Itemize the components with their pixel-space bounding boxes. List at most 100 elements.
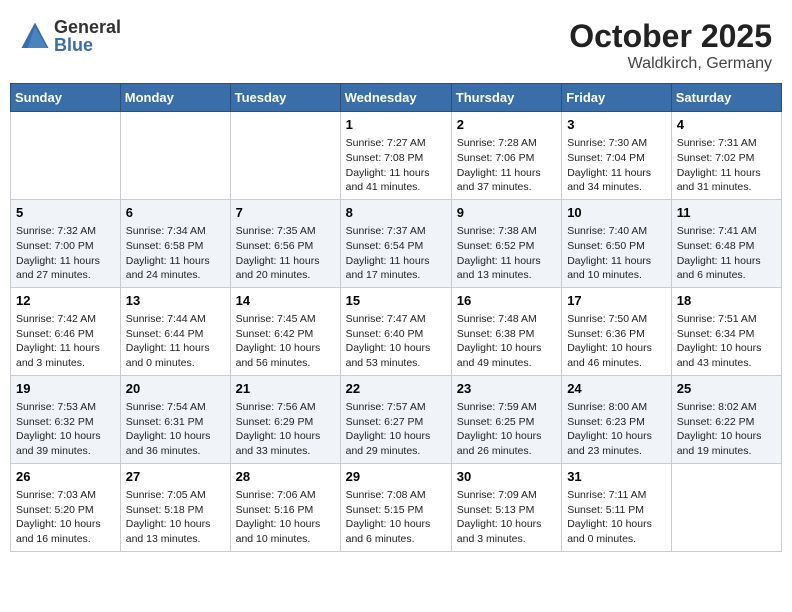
day-number: 12 (16, 292, 115, 310)
cell-info: Sunrise: 7:47 AM Sunset: 6:40 PM Dayligh… (346, 313, 431, 369)
header-monday: Monday (120, 84, 230, 112)
cell-info: Sunrise: 7:30 AM Sunset: 7:04 PM Dayligh… (567, 137, 651, 193)
calendar-cell: 12 Sunrise: 7:42 AM Sunset: 6:46 PM Dayli… (11, 287, 121, 375)
cell-info: Sunrise: 7:32 AM Sunset: 7:00 PM Dayligh… (16, 225, 100, 281)
calendar-cell: 30 Sunrise: 7:09 AM Sunset: 5:13 PM Dayli… (451, 463, 561, 551)
day-number: 2 (457, 116, 556, 134)
day-number: 9 (457, 204, 556, 222)
day-number: 22 (346, 380, 446, 398)
day-number: 28 (236, 468, 335, 486)
calendar-cell: 11 Sunrise: 7:41 AM Sunset: 6:48 PM Dayli… (671, 199, 781, 287)
header-tuesday: Tuesday (230, 84, 340, 112)
calendar-cell (120, 112, 230, 200)
calendar-cell: 29 Sunrise: 7:08 AM Sunset: 5:15 PM Dayli… (340, 463, 451, 551)
calendar-cell (11, 112, 121, 200)
day-number: 18 (677, 292, 776, 310)
page-header: General Blue October 2025 Waldkirch, Ger… (10, 10, 782, 73)
day-number: 4 (677, 116, 776, 134)
cell-info: Sunrise: 7:35 AM Sunset: 6:56 PM Dayligh… (236, 225, 320, 281)
location-title: Waldkirch, Germany (569, 55, 772, 73)
day-number: 20 (126, 380, 225, 398)
day-number: 24 (567, 380, 666, 398)
logo-blue-text: Blue (54, 36, 121, 54)
calendar-cell: 7 Sunrise: 7:35 AM Sunset: 6:56 PM Daylig… (230, 199, 340, 287)
calendar-week-row: 26 Sunrise: 7:03 AM Sunset: 5:20 PM Dayli… (11, 463, 782, 551)
calendar-cell: 16Sunrise: 7:48 AM Sunset: 6:38 PM Dayli… (451, 287, 561, 375)
day-number: 27 (126, 468, 225, 486)
calendar-cell: 24 Sunrise: 8:00 AM Sunset: 6:23 PM Dayli… (562, 375, 672, 463)
cell-info: Sunrise: 7:59 AM Sunset: 6:25 PM Dayligh… (457, 401, 542, 457)
day-number: 7 (236, 204, 335, 222)
calendar-cell: 15 Sunrise: 7:47 AM Sunset: 6:40 PM Dayli… (340, 287, 451, 375)
cell-info: Sunrise: 7:54 AM Sunset: 6:31 PM Dayligh… (126, 401, 211, 457)
calendar-cell: 8 Sunrise: 7:37 AM Sunset: 6:54 PM Daylig… (340, 199, 451, 287)
calendar-cell: 5 Sunrise: 7:32 AM Sunset: 7:00 PM Daylig… (11, 199, 121, 287)
cell-info: Sunrise: 7:11 AM Sunset: 5:11 PM Dayligh… (567, 489, 652, 545)
day-number: 3 (567, 116, 666, 134)
cell-info: Sunrise: 7:09 AM Sunset: 5:13 PM Dayligh… (457, 489, 542, 545)
cell-info: Sunrise: 7:53 AM Sunset: 6:32 PM Dayligh… (16, 401, 101, 457)
day-number: 16 (457, 292, 556, 310)
cell-info: Sunrise: 7:56 AM Sunset: 6:29 PM Dayligh… (236, 401, 321, 457)
calendar-cell: 25 Sunrise: 8:02 AM Sunset: 6:22 PM Dayli… (671, 375, 781, 463)
cell-info: Sunrise: 7:41 AM Sunset: 6:48 PM Dayligh… (677, 225, 761, 281)
day-number: 30 (457, 468, 556, 486)
day-number: 15 (346, 292, 446, 310)
cell-info: Sunrise: 7:03 AM Sunset: 5:20 PM Dayligh… (16, 489, 101, 545)
day-number: 5 (16, 204, 115, 222)
calendar-week-row: 19 Sunrise: 7:53 AM Sunset: 6:32 PM Dayli… (11, 375, 782, 463)
header-friday: Friday (562, 84, 672, 112)
calendar-cell: 26 Sunrise: 7:03 AM Sunset: 5:20 PM Dayli… (11, 463, 121, 551)
day-number: 10 (567, 204, 666, 222)
calendar-cell: 3 Sunrise: 7:30 AM Sunset: 7:04 PM Daylig… (562, 112, 672, 200)
calendar-cell: 9 Sunrise: 7:38 AM Sunset: 6:52 PM Daylig… (451, 199, 561, 287)
day-number: 31 (567, 468, 666, 486)
calendar-cell: 19 Sunrise: 7:53 AM Sunset: 6:32 PM Dayli… (11, 375, 121, 463)
cell-info: Sunrise: 7:37 AM Sunset: 6:54 PM Dayligh… (346, 225, 430, 281)
day-number: 6 (126, 204, 225, 222)
day-number: 1 (346, 116, 446, 134)
day-number: 25 (677, 380, 776, 398)
day-number: 11 (677, 204, 776, 222)
calendar-header-row: SundayMondayTuesdayWednesdayThursdayFrid… (11, 84, 782, 112)
day-number: 19 (16, 380, 115, 398)
day-number: 14 (236, 292, 335, 310)
calendar-cell (230, 112, 340, 200)
calendar-week-row: 5 Sunrise: 7:32 AM Sunset: 7:00 PM Daylig… (11, 199, 782, 287)
cell-info: Sunrise: 7:31 AM Sunset: 7:02 PM Dayligh… (677, 137, 761, 193)
cell-info: Sunrise: 7:34 AM Sunset: 6:58 PM Dayligh… (126, 225, 210, 281)
cell-info: Sunrise: 7:44 AM Sunset: 6:44 PM Dayligh… (126, 313, 210, 369)
day-number: 29 (346, 468, 446, 486)
calendar-cell: 4 Sunrise: 7:31 AM Sunset: 7:02 PM Daylig… (671, 112, 781, 200)
calendar-week-row: 1 Sunrise: 7:27 AM Sunset: 7:08 PM Daylig… (11, 112, 782, 200)
calendar-cell: 22Sunrise: 7:57 AM Sunset: 6:27 PM Dayli… (340, 375, 451, 463)
calendar-cell: 28 Sunrise: 7:06 AM Sunset: 5:16 PM Dayli… (230, 463, 340, 551)
calendar-cell: 23 Sunrise: 7:59 AM Sunset: 6:25 PM Dayli… (451, 375, 561, 463)
header-thursday: Thursday (451, 84, 561, 112)
logo-icon (20, 21, 50, 51)
calendar-cell: 21Sunrise: 7:56 AM Sunset: 6:29 PM Dayli… (230, 375, 340, 463)
cell-info: Sunrise: 7:51 AM Sunset: 6:34 PM Dayligh… (677, 313, 762, 369)
day-number: 23 (457, 380, 556, 398)
calendar-cell: 14Sunrise: 7:45 AM Sunset: 6:42 PM Dayli… (230, 287, 340, 375)
cell-info: Sunrise: 7:06 AM Sunset: 5:16 PM Dayligh… (236, 489, 321, 545)
cell-info: Sunrise: 7:38 AM Sunset: 6:52 PM Dayligh… (457, 225, 541, 281)
calendar-cell: 6 Sunrise: 7:34 AM Sunset: 6:58 PM Daylig… (120, 199, 230, 287)
calendar-table: SundayMondayTuesdayWednesdayThursdayFrid… (10, 83, 782, 552)
cell-info: Sunrise: 7:08 AM Sunset: 5:15 PM Dayligh… (346, 489, 431, 545)
logo: General Blue (20, 18, 121, 54)
calendar-cell: 18 Sunrise: 7:51 AM Sunset: 6:34 PM Dayli… (671, 287, 781, 375)
cell-info: Sunrise: 8:02 AM Sunset: 6:22 PM Dayligh… (677, 401, 762, 457)
cell-info: Sunrise: 7:27 AM Sunset: 7:08 PM Dayligh… (346, 137, 430, 193)
calendar-cell: 17Sunrise: 7:50 AM Sunset: 6:36 PM Dayli… (562, 287, 672, 375)
cell-info: Sunrise: 7:05 AM Sunset: 5:18 PM Dayligh… (126, 489, 211, 545)
cell-info: Sunrise: 8:00 AM Sunset: 6:23 PM Dayligh… (567, 401, 652, 457)
day-number: 8 (346, 204, 446, 222)
cell-info: Sunrise: 7:50 AM Sunset: 6:36 PM Dayligh… (567, 313, 652, 369)
day-number: 26 (16, 468, 115, 486)
cell-info: Sunrise: 7:42 AM Sunset: 6:46 PM Dayligh… (16, 313, 100, 369)
title-block: October 2025 Waldkirch, Germany (569, 18, 772, 73)
calendar-cell (671, 463, 781, 551)
calendar-cell: 13Sunrise: 7:44 AM Sunset: 6:44 PM Dayli… (120, 287, 230, 375)
calendar-cell: 2Sunrise: 7:28 AM Sunset: 7:06 PM Daylig… (451, 112, 561, 200)
